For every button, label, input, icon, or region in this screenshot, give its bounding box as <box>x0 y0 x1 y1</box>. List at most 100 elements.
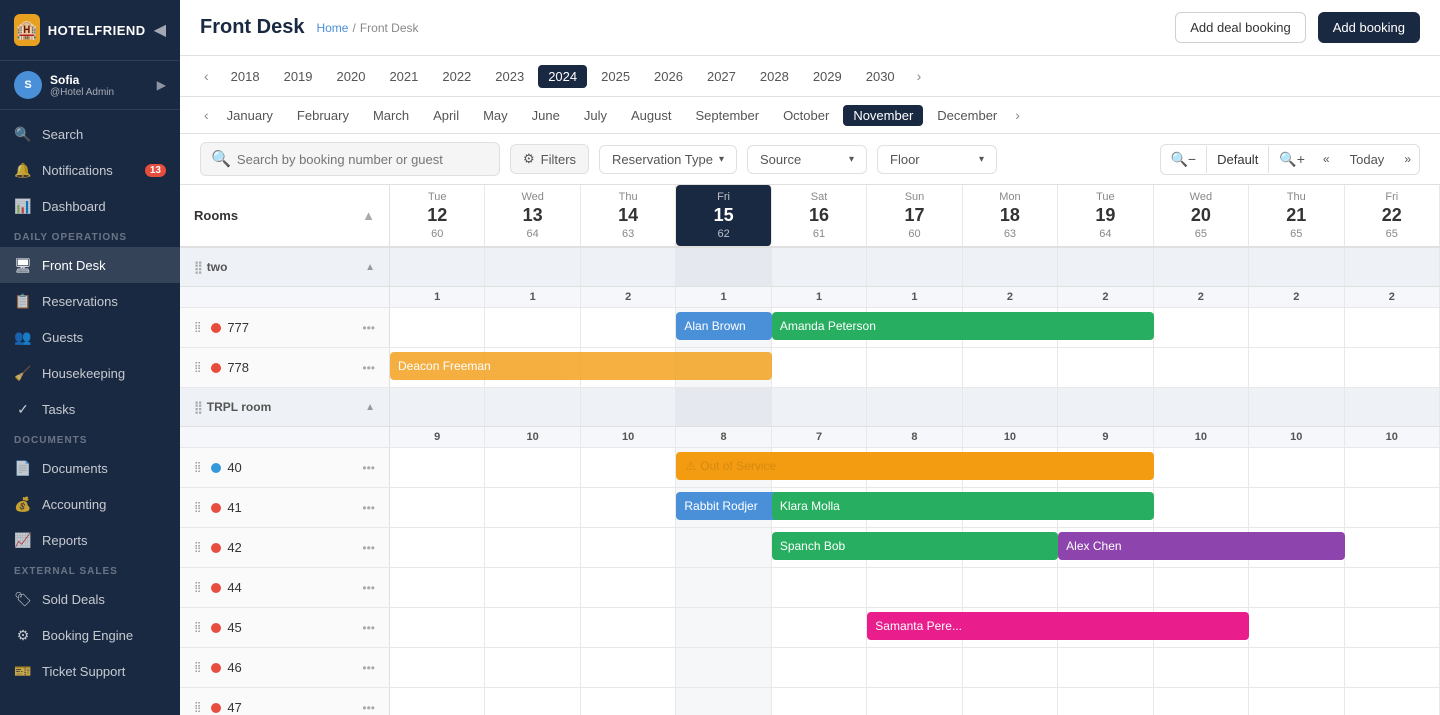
day-cell-0[interactable] <box>390 488 485 527</box>
day-cell-7[interactable] <box>1058 688 1153 715</box>
booking-bar[interactable]: Deacon Freeman <box>390 352 772 380</box>
day-cell-3[interactable] <box>676 688 771 715</box>
day-cell-2[interactable] <box>581 648 676 687</box>
sidebar-item-guests[interactable]: 👥 Guests <box>0 319 180 355</box>
day-cell-0[interactable] <box>390 448 485 487</box>
year-item-2029[interactable]: 2029 <box>803 65 852 88</box>
month-prev-button[interactable]: ‹ <box>200 103 213 127</box>
day-cell-0[interactable] <box>390 308 485 347</box>
year-item-2027[interactable]: 2027 <box>697 65 746 88</box>
year-prev-button[interactable]: ‹ <box>200 64 213 88</box>
day-cell-1[interactable] <box>485 648 580 687</box>
booking-bar[interactable]: Amanda Peterson <box>772 312 1154 340</box>
day-cell-2[interactable] <box>581 448 676 487</box>
day-cell-4[interactable] <box>772 688 867 715</box>
room-more-button[interactable]: ••• <box>362 461 375 475</box>
booking-bar[interactable]: Spanch Bob <box>772 532 1058 560</box>
month-item-october[interactable]: October <box>773 105 839 126</box>
day-cell-10[interactable] <box>1345 348 1440 387</box>
drag-handle-icon[interactable]: ⣿ <box>194 462 201 473</box>
day-cell-5[interactable] <box>867 568 962 607</box>
section-expand-icon[interactable]: ▲ <box>365 402 375 413</box>
year-item-2030[interactable]: 2030 <box>856 65 905 88</box>
sidebar-item-search[interactable]: 🔍 Search <box>0 116 180 152</box>
room-more-button[interactable]: ••• <box>362 501 375 515</box>
day-cell-10[interactable] <box>1345 308 1440 347</box>
year-item-2028[interactable]: 2028 <box>750 65 799 88</box>
room-more-button[interactable]: ••• <box>362 321 375 335</box>
month-item-december[interactable]: December <box>927 105 1007 126</box>
sidebar-item-documents[interactable]: 📄 Documents <box>0 450 180 486</box>
add-booking-button[interactable]: Add booking <box>1318 12 1420 43</box>
day-cell-3[interactable] <box>676 528 771 567</box>
year-item-2022[interactable]: 2022 <box>432 65 481 88</box>
day-cell-2[interactable] <box>581 608 676 647</box>
filters-button[interactable]: ⚙ Filters <box>510 144 589 174</box>
day-cell-7[interactable] <box>1058 348 1153 387</box>
day-cell-7[interactable] <box>1058 648 1153 687</box>
booking-bar[interactable]: Samanta Pere... <box>867 612 1249 640</box>
drag-handle-icon[interactable]: ⣿ <box>194 622 201 633</box>
sidebar-item-tasks[interactable]: ✓ Tasks <box>0 391 180 427</box>
rooms-collapse-icon[interactable]: ▲ <box>362 208 375 223</box>
month-item-november[interactable]: November <box>843 105 923 126</box>
floor-select[interactable]: Floor ▾ <box>877 145 997 174</box>
drag-handle-icon[interactable]: ⣿ <box>194 542 201 553</box>
day-cell-10[interactable] <box>1345 488 1440 527</box>
drag-handle-icon[interactable]: ⣿ <box>194 582 201 593</box>
day-cell-9[interactable] <box>1249 348 1344 387</box>
month-next-button[interactable]: › <box>1011 103 1024 127</box>
drag-handle-icon[interactable]: ⣿ <box>194 322 201 333</box>
zoom-out-button[interactable]: 🔍− <box>1161 145 1207 174</box>
day-cell-3[interactable] <box>676 608 771 647</box>
month-item-july[interactable]: July <box>574 105 617 126</box>
booking-bar[interactable]: ⚠ Out of Service <box>676 452 1153 480</box>
sidebar-item-ticket-support[interactable]: 🎫 Ticket Support <box>0 653 180 689</box>
day-cell-1[interactable] <box>485 608 580 647</box>
year-item-2025[interactable]: 2025 <box>591 65 640 88</box>
booking-bar[interactable]: Alex Chen <box>1058 532 1344 560</box>
room-more-button[interactable]: ••• <box>362 361 375 375</box>
booking-bar[interactable]: Klara Molla <box>772 492 1154 520</box>
year-item-2021[interactable]: 2021 <box>379 65 428 88</box>
day-cell-4[interactable] <box>772 648 867 687</box>
sidebar-item-housekeeping[interactable]: 🧹 Housekeeping <box>0 355 180 391</box>
day-cell-5[interactable] <box>867 648 962 687</box>
day-cell-5[interactable] <box>867 348 962 387</box>
day-cell-9[interactable] <box>1249 688 1344 715</box>
add-deal-booking-button[interactable]: Add deal booking <box>1175 12 1305 43</box>
year-item-2026[interactable]: 2026 <box>644 65 693 88</box>
day-cell-10[interactable] <box>1345 688 1440 715</box>
drag-handle-icon[interactable]: ⣿ <box>194 362 201 373</box>
day-cell-9[interactable] <box>1249 448 1344 487</box>
day-cell-10[interactable] <box>1345 648 1440 687</box>
day-cell-1[interactable] <box>485 568 580 607</box>
day-cell-0[interactable] <box>390 608 485 647</box>
day-cell-9[interactable] <box>1249 308 1344 347</box>
booking-bar[interactable]: Alan Brown <box>676 312 771 340</box>
drag-handle-icon[interactable]: ⣿ <box>194 502 201 513</box>
year-item-2024[interactable]: 2024 <box>538 65 587 88</box>
room-more-button[interactable]: ••• <box>362 581 375 595</box>
calendar-next-button[interactable]: » <box>1396 146 1419 172</box>
day-cell-1[interactable] <box>485 528 580 567</box>
day-cell-3[interactable] <box>676 648 771 687</box>
day-cell-7[interactable] <box>1058 568 1153 607</box>
day-cell-4[interactable] <box>772 348 867 387</box>
day-cell-2[interactable] <box>581 488 676 527</box>
today-button[interactable]: Today <box>1338 146 1397 173</box>
breadcrumb-home[interactable]: Home <box>316 21 348 35</box>
sidebar-item-reports[interactable]: 📈 Reports <box>0 522 180 558</box>
room-more-button[interactable]: ••• <box>362 661 375 675</box>
month-item-february[interactable]: February <box>287 105 359 126</box>
calendar-prev-button[interactable]: « <box>1315 146 1338 172</box>
day-cell-1[interactable] <box>485 448 580 487</box>
room-more-button[interactable]: ••• <box>362 621 375 635</box>
month-item-june[interactable]: June <box>522 105 570 126</box>
day-cell-6[interactable] <box>963 688 1058 715</box>
day-cell-5[interactable] <box>867 688 962 715</box>
section-expand-icon[interactable]: ▲ <box>365 262 375 273</box>
month-item-september[interactable]: September <box>685 105 769 126</box>
day-cell-9[interactable] <box>1249 568 1344 607</box>
day-cell-2[interactable] <box>581 568 676 607</box>
